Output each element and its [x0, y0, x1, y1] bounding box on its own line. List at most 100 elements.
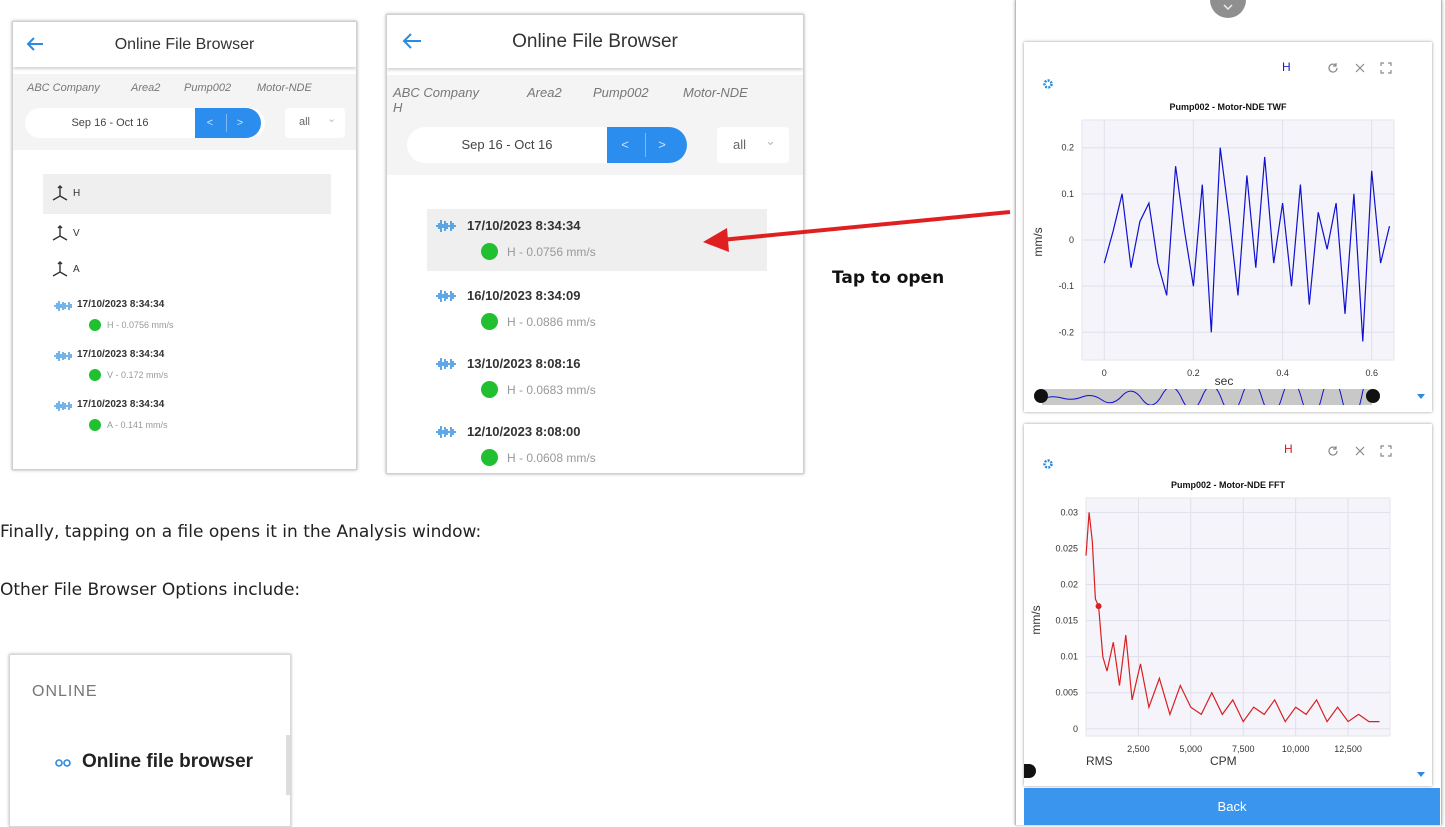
rms-label: RMS — [1086, 754, 1113, 768]
breadcrumb-item[interactable]: Pump002 — [593, 85, 649, 100]
nav-divider — [645, 133, 646, 157]
list-item[interactable]: 17/10/2023 8:34:34 V - 0.172 mm/s — [49, 348, 329, 398]
breadcrumb: ABC Company Area2 Pump002 Motor-NDE — [13, 74, 356, 102]
prev-button[interactable]: < — [195, 108, 225, 138]
analysis-window: H Pump002 - Motor-NDE TWF 0.2 0.1 0 -0.1 -0.… — [1015, 0, 1442, 825]
chevron-down-icon: ⌄ — [765, 133, 776, 148]
slider-handle-left[interactable] — [1034, 389, 1048, 403]
status-dot — [89, 319, 101, 331]
refresh-icon[interactable] — [1327, 62, 1339, 74]
y-tick-label: 0 — [1073, 724, 1078, 734]
expand-icon[interactable] — [1380, 445, 1392, 457]
expand-icon[interactable] — [1380, 62, 1392, 74]
list-item[interactable]: 16/10/2023 8:34:09 H - 0.0886 mm/s — [427, 281, 767, 343]
list-item[interactable]: 12/10/2023 8:08:00 H - 0.0608 mm/s — [427, 417, 767, 473]
breadcrumb-item[interactable]: Motor-NDE — [683, 85, 748, 100]
y-tick-label: 0.1 — [1061, 189, 1074, 199]
status-dot — [89, 419, 101, 431]
file-detail: H - 0.0886 mm/s — [507, 315, 596, 329]
breadcrumb-item[interactable]: ABC Company — [393, 85, 479, 100]
next-button[interactable]: > — [647, 127, 677, 163]
axis-row-a[interactable]: A — [43, 254, 331, 284]
waveform-icon — [436, 426, 456, 438]
slider-handle-right[interactable] — [1366, 389, 1380, 403]
file-datetime: 13/10/2023 8:08:16 — [467, 356, 581, 371]
gear-icon[interactable] — [1042, 78, 1054, 90]
file-detail: H - 0.0608 mm/s — [507, 451, 596, 465]
filter-select[interactable]: all ⌄ — [285, 108, 345, 138]
body-text-line: Finally, tapping on a file opens it in t… — [0, 522, 482, 542]
y-tick-label: -0.1 — [1058, 281, 1074, 291]
waveform-icon — [436, 358, 456, 370]
file-datetime: 16/10/2023 8:34:09 — [467, 288, 581, 303]
waveform-icon — [54, 301, 72, 311]
file-detail: V - 0.172 mm/s — [107, 370, 169, 380]
caret-down-icon[interactable] — [1417, 394, 1425, 399]
breadcrumb-item[interactable]: Area2 — [131, 82, 160, 94]
y-axis-label: mm/s — [1029, 605, 1043, 634]
axis-row-h[interactable]: H — [43, 174, 331, 214]
cursor-marker[interactable] — [1095, 603, 1102, 610]
prev-button[interactable]: < — [607, 127, 643, 163]
y-tick-label: 0.005 — [1055, 688, 1078, 698]
x-tick-label: 10,000 — [1282, 744, 1310, 754]
date-range-label: Sep 16 - Oct 16 — [71, 117, 149, 129]
refresh-icon[interactable] — [1327, 445, 1339, 457]
page-title: Online File Browser — [512, 31, 678, 52]
back-button[interactable]: Back — [1024, 788, 1440, 825]
y-tick-label: 0.01 — [1060, 652, 1078, 662]
filter-select[interactable]: all ⌄ — [717, 127, 789, 163]
axes-icon — [52, 185, 68, 201]
chevron-down-icon — [1223, 4, 1233, 11]
breadcrumb-item[interactable]: Pump002 — [184, 82, 231, 94]
breadcrumb-item[interactable]: ABC Company — [27, 82, 100, 94]
caret-down-icon[interactable] — [1417, 772, 1425, 777]
list-item[interactable]: 13/10/2023 8:08:16 H - 0.0683 mm/s — [427, 349, 767, 411]
x-axis-label: CPM — [1210, 754, 1237, 768]
file-datetime: 17/10/2023 8:34:34 — [77, 399, 165, 410]
close-icon[interactable] — [1355, 446, 1365, 456]
direction-label[interactable]: H — [1282, 60, 1291, 74]
breadcrumb-item[interactable]: Area2 — [527, 85, 562, 100]
y-tick-label: 0.2 — [1061, 143, 1074, 153]
x-tick-label: 0.4 — [1276, 368, 1289, 378]
waveform-icon — [54, 351, 72, 361]
fft-chart: 0.03 0.025 0.02 0.015 0.01 0.005 0 2,500 5,000 7… — [1029, 497, 1391, 768]
left-file-browser-screen: Online File Browser ABC Company Area2 Pu… — [12, 21, 357, 470]
menu-snippet: ONLINE Online file browser — [9, 654, 291, 827]
close-icon[interactable] — [1355, 63, 1365, 73]
y-tick-label: 0.015 — [1055, 616, 1078, 626]
y-tick-label: -0.2 — [1058, 327, 1074, 337]
next-button[interactable]: > — [227, 108, 253, 138]
x-tick-labels: 2,500 5,000 7,500 10,000 12,500 — [1127, 744, 1362, 754]
axis-row-v[interactable]: V — [43, 218, 331, 248]
gear-icon[interactable] — [1042, 458, 1054, 470]
list-item[interactable]: 17/10/2023 8:34:34 A - 0.141 mm/s — [49, 398, 329, 448]
filter-value: all — [733, 137, 747, 152]
status-dot — [481, 381, 498, 398]
status-dot — [481, 449, 498, 466]
breadcrumb-item[interactable]: Motor-NDE — [257, 82, 312, 94]
breadcrumb: ABC Company Area2 Pump002 Motor-NDE H — [387, 75, 803, 125]
date-nav-buttons: < > — [607, 127, 687, 163]
chart-title: Pump002 - Motor-NDE FFT — [1171, 480, 1285, 490]
y-tick-label: 0 — [1069, 235, 1074, 245]
filter-value: all — [299, 116, 311, 128]
waveform-icon — [54, 401, 72, 411]
breadcrumb-wrap[interactable]: H — [393, 100, 402, 115]
list-item[interactable]: 17/10/2023 8:34:34 H - 0.0756 mm/s — [49, 298, 329, 348]
app-header: Online File Browser — [13, 22, 356, 67]
direction-label[interactable]: H — [1284, 442, 1293, 456]
app-header: Online File Browser — [387, 15, 803, 68]
date-nav-buttons: < > — [195, 108, 261, 138]
scrollbar[interactable] — [286, 735, 290, 795]
x-tick-label: 0.2 — [1187, 368, 1200, 378]
status-dot — [89, 369, 101, 381]
fft-chart-panel: H Pump002 - Motor-NDE FFT 0.03 0.025 0.02 0… — [1024, 424, 1432, 786]
file-datetime: 17/10/2023 8:34:34 — [467, 218, 581, 233]
axes-icon — [52, 261, 68, 277]
menu-item-online-file-browser[interactable]: Online file browser — [82, 751, 253, 773]
chart-grid — [1085, 497, 1391, 737]
y-tick-labels: 0.03 0.025 0.02 0.015 0.01 0.005 0 — [1055, 507, 1078, 733]
axis-label: A — [73, 264, 80, 275]
